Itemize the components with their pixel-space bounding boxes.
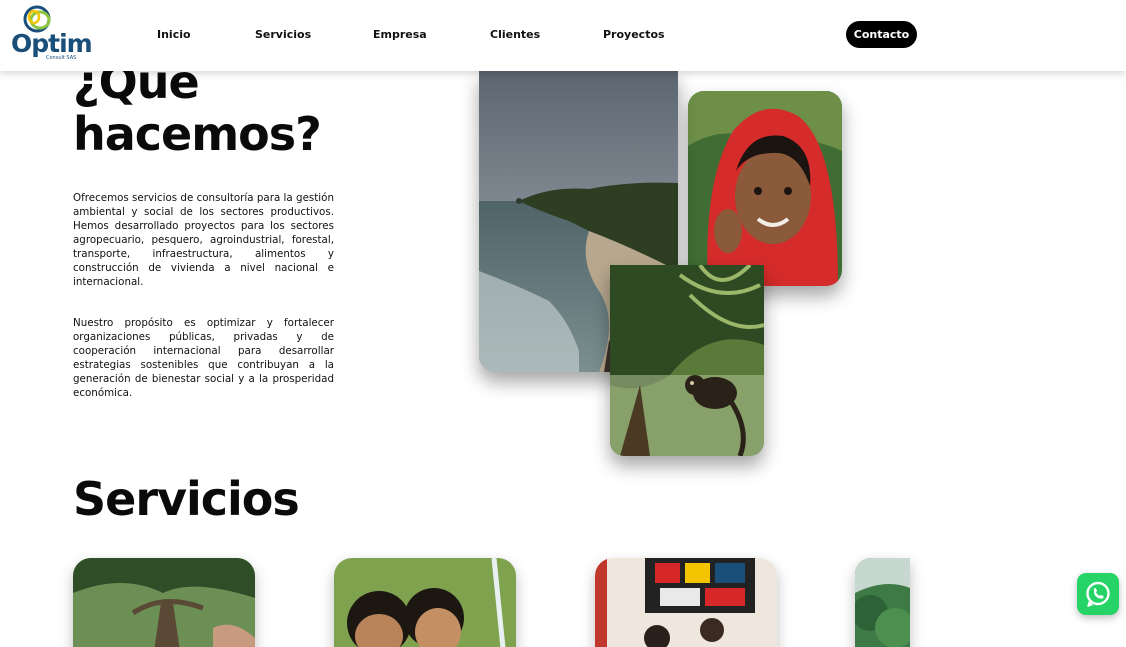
- site-header: Optim Consult SAS Inicio Servicios Empre…: [0, 0, 1126, 71]
- nav-clientes[interactable]: Clientes: [490, 28, 540, 41]
- service-card-1[interactable]: [73, 558, 255, 647]
- tree-photo: [73, 558, 255, 647]
- about-paragraph-2: Nuestro propósito es optimizar y fortale…: [73, 317, 334, 399]
- forest-photo: [855, 558, 910, 647]
- service-card-3[interactable]: [595, 558, 777, 647]
- whatsapp-button[interactable]: [1077, 573, 1119, 615]
- brand-logo[interactable]: Optim Consult SAS: [10, 5, 93, 61]
- children-photo: [334, 558, 516, 647]
- services-title: Servicios: [73, 472, 300, 526]
- contact-button[interactable]: Contacto: [846, 21, 917, 48]
- child-portrait-photo: [688, 91, 842, 286]
- nav-inicio[interactable]: Inicio: [157, 28, 191, 41]
- about-paragraph-1: Ofrecemos servicios de consultoría para …: [73, 192, 334, 288]
- whatsapp-icon: [1086, 581, 1110, 607]
- nav-servicios[interactable]: Servicios: [255, 28, 311, 41]
- monkey-photo: [610, 265, 764, 456]
- brand-name: Optim: [11, 29, 93, 58]
- about-title: ¿Que hacemos?: [73, 55, 322, 161]
- meeting-photo: [595, 558, 777, 647]
- nav-proyectos[interactable]: Proyectos: [603, 28, 665, 41]
- service-card-4[interactable]: [855, 558, 910, 647]
- service-card-2[interactable]: [334, 558, 516, 647]
- nav-empresa[interactable]: Empresa: [373, 28, 427, 41]
- brand-subtitle: Consult SAS: [46, 55, 77, 61]
